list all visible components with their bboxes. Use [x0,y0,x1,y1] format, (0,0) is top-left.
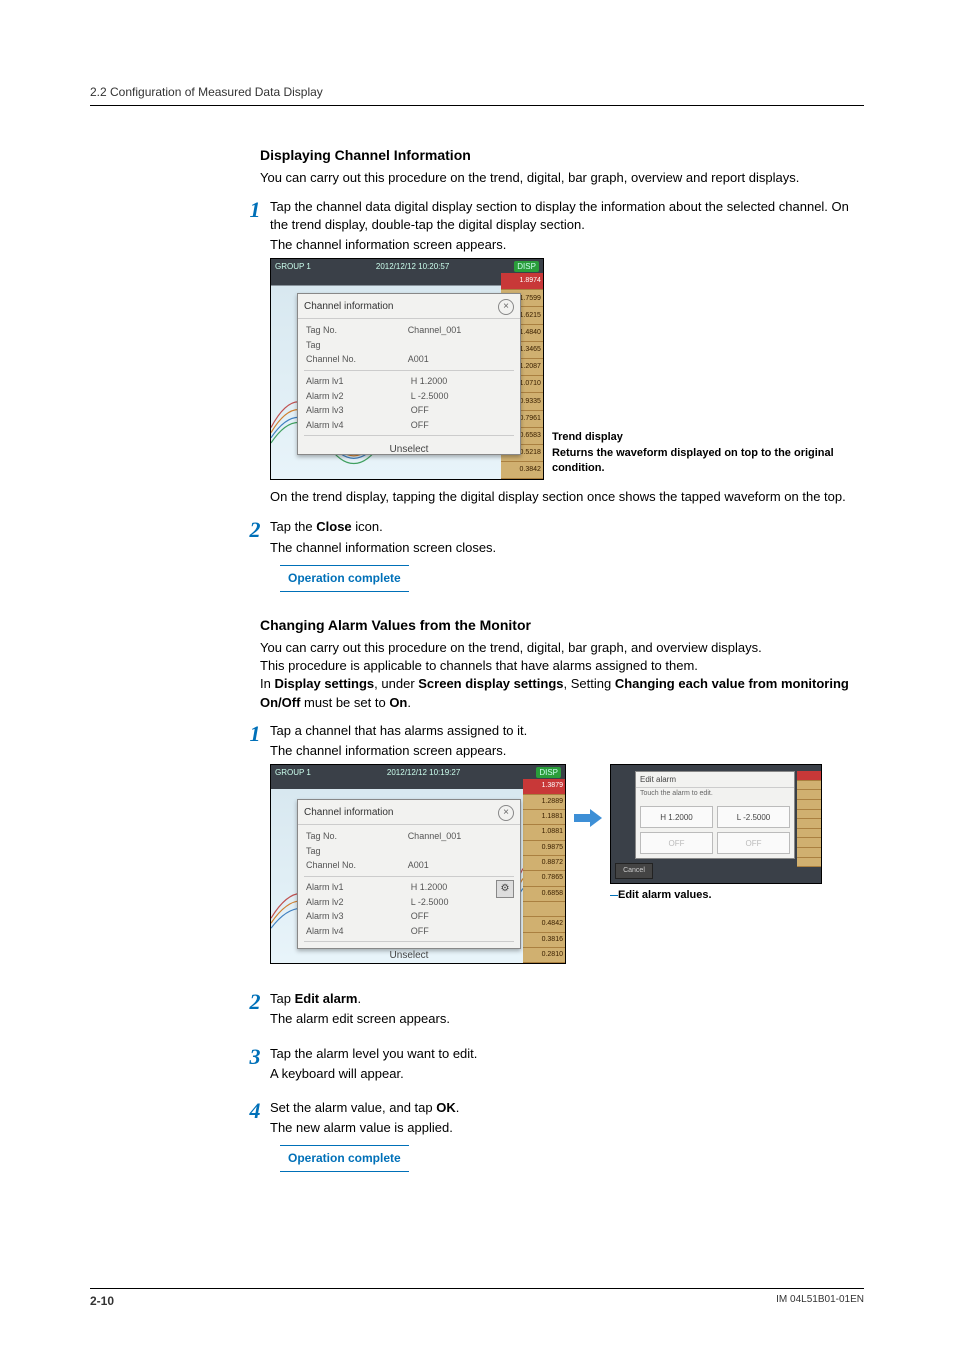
fig2-side-values: 1.3879 1.2889 1.1881 1.0881 0.9875 0.887… [523,779,565,963]
operation-complete-1: Operation complete [280,565,409,592]
unselect-button-2[interactable]: Unselect [304,945,514,965]
fig1-group: GROUP 1 [275,261,311,272]
step-number-1: 1 [240,198,270,221]
fig2-datetime: 2012/12/12 10:19:27 [387,767,460,778]
gear-icon[interactable]: ⚙ [496,880,514,898]
section1-intro: You can carry out this procedure on the … [260,169,864,187]
close-icon[interactable]: × [498,299,514,315]
cancel-button[interactable]: Cancel [615,863,653,879]
channel-info-figure-2: GROUP 1 2012/12/12 10:19:27 DISP [270,764,566,964]
sec2-step4-sub: The new alarm value is applied. [270,1119,864,1137]
unselect-button[interactable]: Unselect [304,439,514,459]
page-number: 2-10 [90,1293,114,1310]
step-number-2b: 2 [240,990,270,1013]
sec1-step2-text: Tap the Close icon. [270,518,864,536]
step-number-2a: 2 [240,518,270,541]
fig2-disp: DISP [536,767,561,778]
edit-alarm-title: Edit alarm [636,772,794,788]
arrow-right-icon [574,809,604,827]
section2-intro2: This procedure is applicable to channels… [260,657,864,675]
section2-intro3: In Display settings, under Screen displa… [260,675,864,711]
section2-intro1: You can carry out this procedure on the … [260,639,864,657]
alarm-btn-l[interactable]: L -2.5000 [717,806,790,828]
channel-info-popup-2[interactable]: Channel information × Tag No.Channel_001… [297,799,521,949]
step-number-3: 3 [240,1045,270,1068]
alarm-btn-off1[interactable]: OFF [640,832,713,854]
sec2-step4-text: Set the alarm value, and tap OK. [270,1099,864,1117]
doc-id: IM 04L51B01-01EN [776,1293,864,1310]
step-number-1b: 1 [240,722,270,745]
close-icon-2[interactable]: × [498,805,514,821]
trend-display-annotation: Trend display Returns the waveform displ… [552,430,864,476]
sec2-step2-sub: The alarm edit screen appears. [270,1010,864,1028]
edit-alarm-label: Edit alarm values. [618,888,712,903]
sec1-step1-text: Tap the channel data digital display sec… [270,198,864,234]
step-number-4: 4 [240,1099,270,1122]
fig2-group: GROUP 1 [275,767,311,778]
sec1-step1-sub: The channel information screen appears. [270,236,864,254]
fig1-datetime: 2012/12/12 10:20:57 [376,261,449,272]
sec1-step2-sub: The channel information screen closes. [270,539,864,557]
alarm-btn-off2[interactable]: OFF [717,832,790,854]
popup-title: Channel information [304,300,394,314]
edit-alarm-sub: Touch the alarm to edit. [636,788,794,802]
section1-title: Displaying Channel Information [260,146,864,166]
header-section: 2.2 Configuration of Measured Data Displ… [90,84,864,106]
channel-info-popup[interactable]: Channel information × Tag No.Channel_001… [297,293,521,455]
popup2-title: Channel information [304,806,394,820]
sec2-step1-text: Tap a channel that has alarms assigned t… [270,722,864,740]
fig1-disp: DISP [514,261,539,272]
operation-complete-2: Operation complete [280,1145,409,1172]
sec1-after-fig: On the trend display, tapping the digita… [270,488,864,506]
section2-title: Changing Alarm Values from the Monitor [260,616,864,636]
edit-alarm-figure: Edit alarm Touch the alarm to edit. H 1.… [610,764,822,884]
sec2-step2-text: Tap Edit alarm. [270,990,864,1008]
channel-info-figure-1: GROUP 1 2012/12/12 10:20:57 DISP [270,258,544,480]
sec2-step3-text: Tap the alarm level you want to edit. [270,1045,864,1063]
sec2-step3-sub: A keyboard will appear. [270,1065,864,1083]
alarm-btn-h[interactable]: H 1.2000 [640,806,713,828]
sec2-step1-sub: The channel information screen appears. [270,742,864,760]
